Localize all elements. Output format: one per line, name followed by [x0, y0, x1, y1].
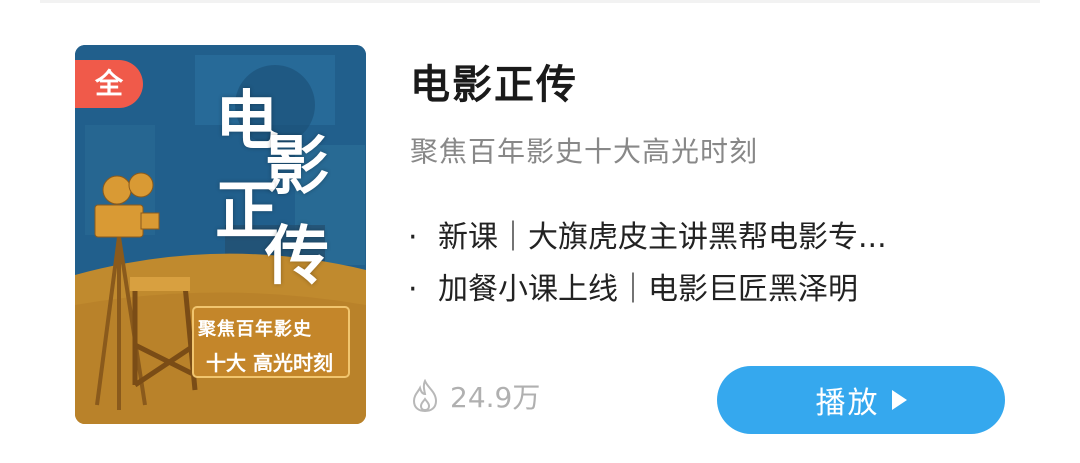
list-item: · 新课｜大旗虎皮主讲黑帮电影专... [408, 212, 1008, 264]
complete-badge: 全 [75, 60, 143, 108]
bullet-dot: · [408, 272, 418, 307]
course-highlights: · 新课｜大旗虎皮主讲黑帮电影专... · 加餐小课上线｜电影巨匠黑泽明 [408, 212, 1008, 316]
list-item: · 加餐小课上线｜电影巨匠黑泽明 [408, 264, 1008, 316]
bullet-dot: · [408, 220, 418, 255]
play-button-label: 播放 [815, 386, 880, 421]
cover-subtitle: 十大 高光时刻 [206, 351, 333, 375]
course-title[interactable]: 电影正传 [410, 52, 578, 110]
cover-subtitle: 聚焦百年影史 [198, 319, 312, 340]
course-card[interactable]: 全 电 影 正 传 聚焦百年影史 十大 高光时刻 电影正传 聚焦百年影史十大高光… [0, 0, 1080, 463]
view-count: 24.9万 [410, 376, 540, 416]
list-item-text: 新课｜大旗虎皮主讲黑帮电影专... [438, 220, 887, 255]
course-subtitle: 聚焦百年影史十大高光时刻 [410, 135, 759, 168]
view-count-value: 24.9万 [450, 381, 541, 414]
play-icon [891, 390, 907, 410]
cover-title-char: 传 [265, 220, 329, 294]
list-item-text: 加餐小课上线｜电影巨匠黑泽明 [438, 272, 858, 307]
play-button[interactable]: 播放 [717, 366, 1005, 434]
course-cover-image[interactable]: 全 电 影 正 传 聚焦百年影史 十大 高光时刻 [75, 45, 366, 424]
divider [40, 0, 1040, 3]
flame-icon [412, 379, 438, 413]
